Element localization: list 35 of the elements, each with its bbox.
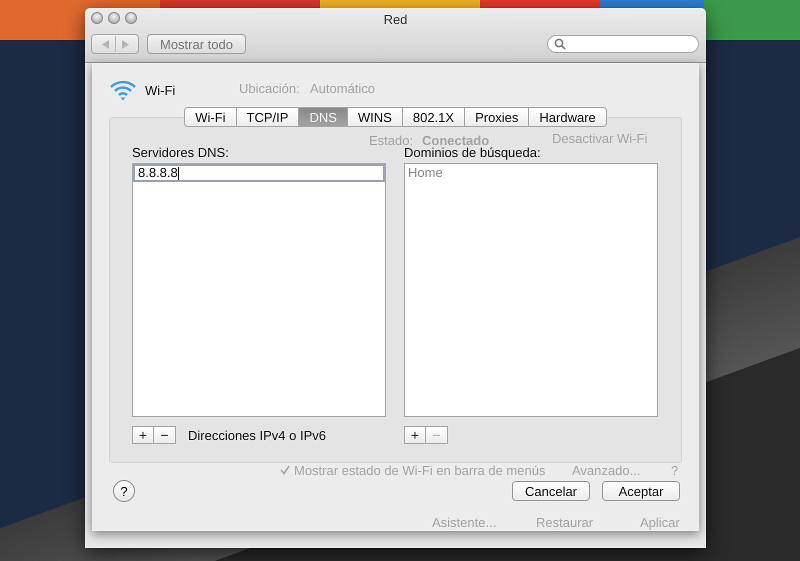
minimize-icon[interactable] (108, 12, 120, 24)
list-box[interactable]: Home (404, 163, 658, 417)
search-icon (554, 38, 566, 50)
tab[interactable]: WINS (348, 107, 403, 127)
list-label: Servidores DNS: (132, 145, 230, 162)
status-value: Conectado (422, 133, 490, 148)
list-hint: Direcciones IPv4 o IPv6 (188, 428, 326, 442)
tab[interactable]: TCP/IP (236, 107, 300, 127)
close-icon[interactable] (91, 12, 103, 24)
remove-button[interactable]: − (154, 426, 176, 444)
help-button[interactable]: ? (113, 480, 135, 502)
tab[interactable]: 802.1X (402, 107, 466, 127)
forward-icon (122, 40, 128, 48)
entry-field[interactable]: 8.8.8.8 (133, 164, 385, 182)
search-field[interactable] (547, 35, 699, 53)
add-button[interactable]: + (132, 426, 154, 444)
interface-name: Wi-Fi (145, 82, 176, 98)
window-title: Red (384, 12, 408, 26)
list-box[interactable]: 8.8.8.8 (132, 163, 386, 417)
add-button[interactable]: + (404, 426, 426, 444)
zoom-icon[interactable] (125, 12, 137, 24)
dialog-button[interactable]: Aceptar (602, 481, 680, 501)
back-icon (102, 40, 108, 48)
tab[interactable]: Wi-Fi (184, 107, 237, 127)
list-entry[interactable]: Home (405, 164, 657, 182)
status-label: Estado: (369, 133, 414, 148)
wifi-icon (109, 78, 137, 102)
location-label: Ubicación: (239, 81, 300, 96)
dialog-button[interactable]: Cancelar (512, 481, 590, 501)
show-all-button[interactable]: Mostrar todo (147, 34, 246, 54)
tab[interactable]: Proxies (465, 107, 530, 127)
back-forward-control[interactable] (91, 34, 139, 54)
checkmark-icon (280, 465, 290, 475)
tab[interactable]: Hardware (529, 107, 607, 127)
list-label: Dominios de búsqueda: (404, 145, 542, 162)
